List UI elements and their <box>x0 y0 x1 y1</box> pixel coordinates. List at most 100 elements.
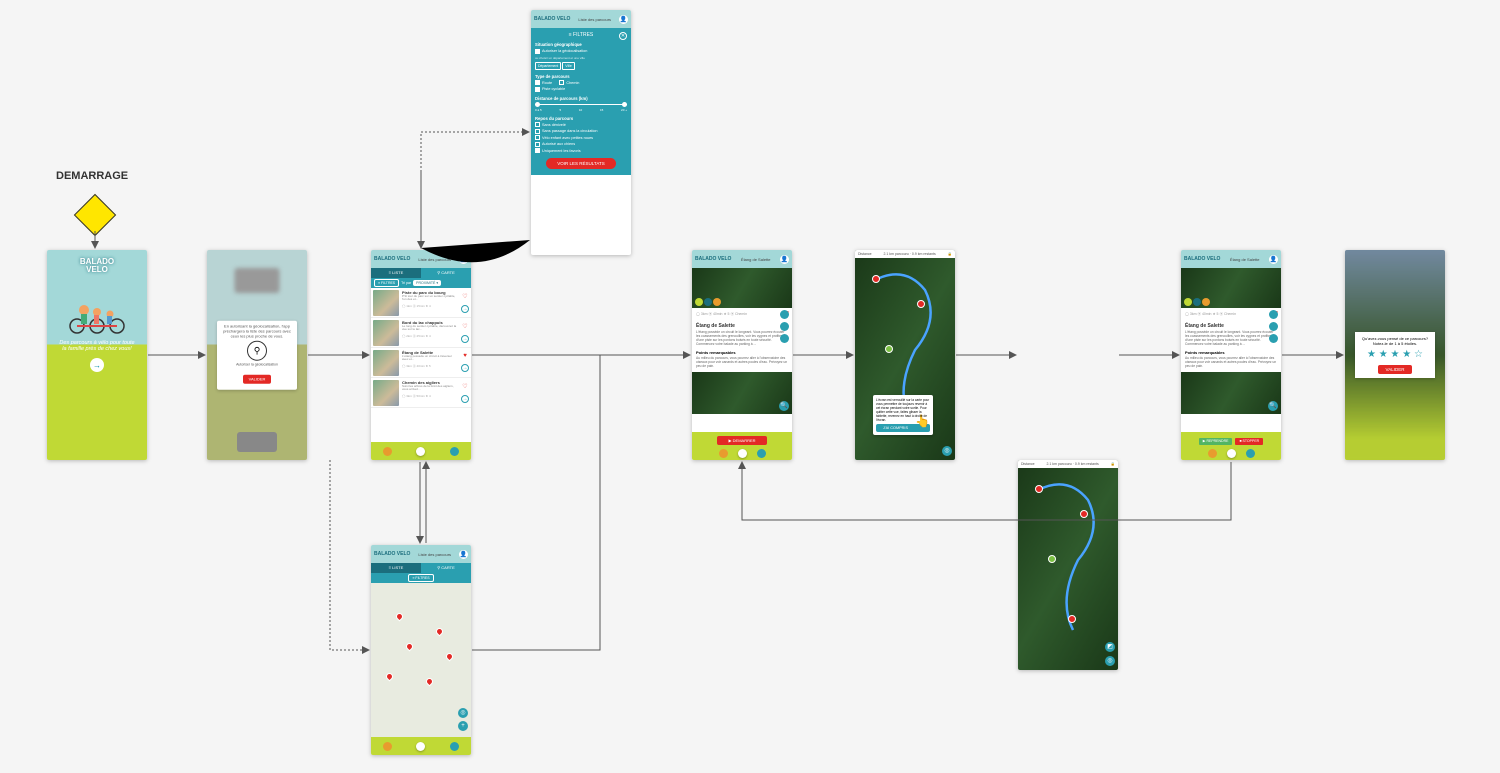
checkbox[interactable] <box>535 80 540 85</box>
side-button[interactable] <box>1269 334 1278 343</box>
heart-icon[interactable]: ♥ <box>463 353 467 359</box>
side-button[interactable] <box>1269 310 1278 319</box>
fab-teal[interactable] <box>757 449 766 458</box>
tab-carte[interactable]: ⚲ CARTE <box>421 563 471 573</box>
tab-liste[interactable]: ≡ LISTE <box>371 563 421 573</box>
map-marker[interactable] <box>405 642 415 652</box>
waypoint-icon[interactable] <box>872 275 880 283</box>
locate-button[interactable]: ◎ <box>458 708 468 718</box>
checkbox[interactable] <box>535 87 540 92</box>
zoom-button[interactable]: + <box>458 721 468 731</box>
tabs: ≡ LISTE ⚲ CARTE <box>371 268 471 278</box>
map-marker[interactable] <box>385 672 395 682</box>
tab-carte[interactable]: ⚲ CARTE <box>421 268 471 278</box>
go-icon[interactable]: → <box>461 395 469 403</box>
header-logo: BALADO VELO <box>534 16 570 22</box>
resume-button[interactable]: ▶ REPRENDRE <box>1199 438 1233 445</box>
view-button[interactable]: ◩ <box>1105 642 1115 652</box>
map-marker[interactable] <box>395 612 405 622</box>
locate-button[interactable]: ◎ <box>942 446 952 456</box>
map-canvas[interactable]: ◎ + <box>371 583 471 753</box>
go-icon[interactable]: → <box>461 364 469 372</box>
dept-input[interactable]: Département <box>535 62 561 70</box>
stop-button[interactable]: ■ STOPPER <box>1235 438 1263 445</box>
list-item[interactable]: Bord du lac chappuisLe long du sentier c… <box>371 318 471 348</box>
city-input[interactable]: Ville <box>562 62 575 70</box>
avatar-icon[interactable]: 👤 <box>459 255 468 264</box>
locate-button[interactable]: ◎ <box>1105 656 1115 666</box>
logo-bottom: VELO <box>86 265 108 274</box>
waypoint-icon[interactable] <box>1035 485 1043 493</box>
header-logo: BALADO VELO <box>695 256 731 262</box>
avatar-icon[interactable]: 👤 <box>1269 255 1278 264</box>
fab-teal[interactable] <box>1246 449 1255 458</box>
geo-modal: En autorisant la géolocalisation, l'app … <box>217 321 297 390</box>
checkbox[interactable] <box>535 129 540 134</box>
validate-button[interactable]: VALIDER <box>243 374 272 383</box>
close-icon[interactable]: ✕ <box>619 32 627 40</box>
ad-placeholder <box>237 432 277 452</box>
map-marker[interactable] <box>435 627 445 637</box>
fab-teal[interactable] <box>450 742 459 751</box>
avatar-icon[interactable]: 👤 <box>459 550 468 559</box>
screen-map: BALADO VELO Liste des parcours 👤 ≡ LISTE… <box>371 545 471 755</box>
distance-slider[interactable] <box>535 104 627 105</box>
detail-map[interactable]: 🔍 <box>692 372 792 414</box>
fab-white[interactable] <box>1227 449 1236 458</box>
heart-icon[interactable]: ♡ <box>462 383 467 390</box>
tab-liste[interactable]: ≡ LISTE <box>371 268 421 278</box>
waypoint-icon[interactable] <box>1068 615 1076 623</box>
fab-white[interactable] <box>738 449 747 458</box>
go-icon[interactable]: → <box>461 335 469 343</box>
splash-next-button[interactable]: → <box>90 358 104 372</box>
side-button[interactable] <box>780 334 789 343</box>
heart-icon[interactable]: ♡ <box>462 293 467 300</box>
detail-map[interactable]: 🔍 <box>1181 372 1281 414</box>
go-icon[interactable]: → <box>461 305 469 313</box>
heart-icon[interactable]: ♡ <box>462 323 467 330</box>
avatar-icon[interactable]: 👤 <box>619 15 628 24</box>
checkbox[interactable] <box>535 122 540 127</box>
side-button[interactable] <box>780 310 789 319</box>
start-button[interactable]: ▶ DEMARRER <box>717 436 767 445</box>
fab-orange[interactable] <box>383 742 392 751</box>
filters-panel: ≡ FILTRES✕ Situation géographique Autori… <box>531 28 631 175</box>
avatar-icon[interactable]: 👤 <box>780 255 789 264</box>
fab-teal[interactable] <box>450 447 459 456</box>
fab-orange[interactable] <box>719 449 728 458</box>
side-button[interactable] <box>780 322 789 331</box>
screen-list: BALADO VELO Liste des parcours 👤 ≡ LISTE… <box>371 250 471 460</box>
fab-orange[interactable] <box>383 447 392 456</box>
waypoint-icon[interactable] <box>1080 510 1088 518</box>
map-marker[interactable] <box>425 677 435 687</box>
checkbox[interactable] <box>559 80 564 85</box>
checkbox[interactable] <box>535 148 540 153</box>
waypoint-icon[interactable] <box>917 300 925 308</box>
see-results-button[interactable]: VOIR LES RÉSULTATS <box>546 158 616 169</box>
filters-chip[interactable]: ≡ FILTRES <box>408 574 433 582</box>
filter-row: ≡ FILTRES Tri par PROXIMITÉ ▾ <box>371 278 471 288</box>
fab-white[interactable] <box>416 447 425 456</box>
list-item[interactable]: Piste du parc du bourgP'tit tour du parc… <box>371 288 471 318</box>
screen-detail-paused: BALADO VELOÉtang de Salette👤 ◯ 3km ⦿ 40m… <box>1181 250 1281 460</box>
app-header: BALADO VELO Liste des parcours 👤 <box>531 10 631 28</box>
validate-rating-button[interactable]: VALIDER <box>1378 365 1413 374</box>
list-item[interactable]: Chemin des aigliersSuivi les arbres de l… <box>371 378 471 408</box>
zoom-icon[interactable]: 🔍 <box>779 401 789 411</box>
side-button[interactable] <box>1269 322 1278 331</box>
list-item[interactable]: Étang de SaletteL'étang possède un circu… <box>371 348 471 378</box>
map-marker[interactable] <box>445 652 455 662</box>
checkbox[interactable] <box>535 49 540 54</box>
checkbox[interactable] <box>535 135 540 140</box>
zoom-icon[interactable]: 🔍 <box>1268 401 1278 411</box>
screen-nav: Distance2.1 km parcouru · 0.9 km restant… <box>1018 460 1118 670</box>
filters-chip[interactable]: ≡ FILTRES <box>374 279 399 287</box>
fab-orange[interactable] <box>1208 449 1217 458</box>
sort-dropdown[interactable]: PROXIMITÉ ▾ <box>413 280 441 286</box>
item-thumb <box>373 290 399 316</box>
rating-stars[interactable]: ★ ★ ★ ★ ☆ <box>1359 349 1431 360</box>
fab-white[interactable] <box>416 742 425 751</box>
header-logo: BALADO VELO <box>374 256 410 262</box>
checkbox[interactable] <box>535 142 540 147</box>
badge-icon <box>1202 298 1210 306</box>
